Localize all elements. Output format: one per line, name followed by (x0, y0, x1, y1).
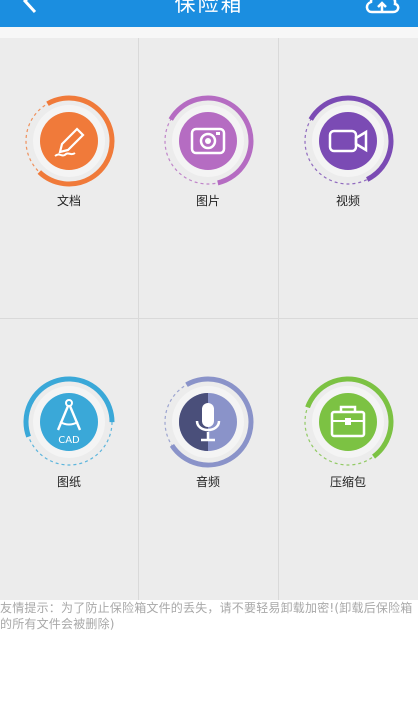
top-bar: 保险箱 (0, 0, 418, 27)
pencil-icon (23, 95, 115, 187)
grid-item-archive[interactable]: 压缩包 (279, 319, 417, 599)
friendly-tip: 友情提示：为了防止保险箱文件的丢失，请不要轻易卸载加密!(卸载后保险箱的所有文件… (0, 601, 413, 631)
cad-compass-icon: CAD (23, 376, 115, 468)
grid-divider (278, 38, 279, 600)
grid-item-drawing[interactable]: CAD 图纸 (0, 319, 138, 599)
grid-item-document[interactable]: 文档 (0, 38, 138, 318)
grid-item-label: 图纸 (56, 475, 81, 489)
grid-item-label: 文档 (56, 194, 81, 208)
svg-text:CAD: CAD (58, 435, 80, 446)
grid-divider (0, 318, 418, 319)
microphone-icon (162, 376, 254, 468)
grid-item-label: 音频 (195, 475, 220, 489)
grid-item-audio[interactable]: 音频 (139, 319, 277, 599)
grid-divider (138, 38, 139, 600)
header-gap (0, 27, 418, 38)
grid-item-label: 压缩包 (329, 475, 366, 489)
grid-item-video[interactable]: 视频 (279, 38, 417, 318)
grid-item-label: 图片 (195, 194, 220, 208)
grid-item-image[interactable]: 图片 (139, 38, 277, 318)
camera-icon (162, 95, 254, 187)
cloud-upload-icon[interactable] (364, 0, 400, 16)
page-title: 保险箱 (174, 0, 244, 16)
video-camera-icon (302, 95, 394, 187)
file-type-grid: 文档 图片 视频 CAD 图纸 音频 压缩包 (0, 38, 418, 600)
briefcase-icon (302, 376, 394, 468)
grid-item-label: 视频 (335, 194, 360, 208)
